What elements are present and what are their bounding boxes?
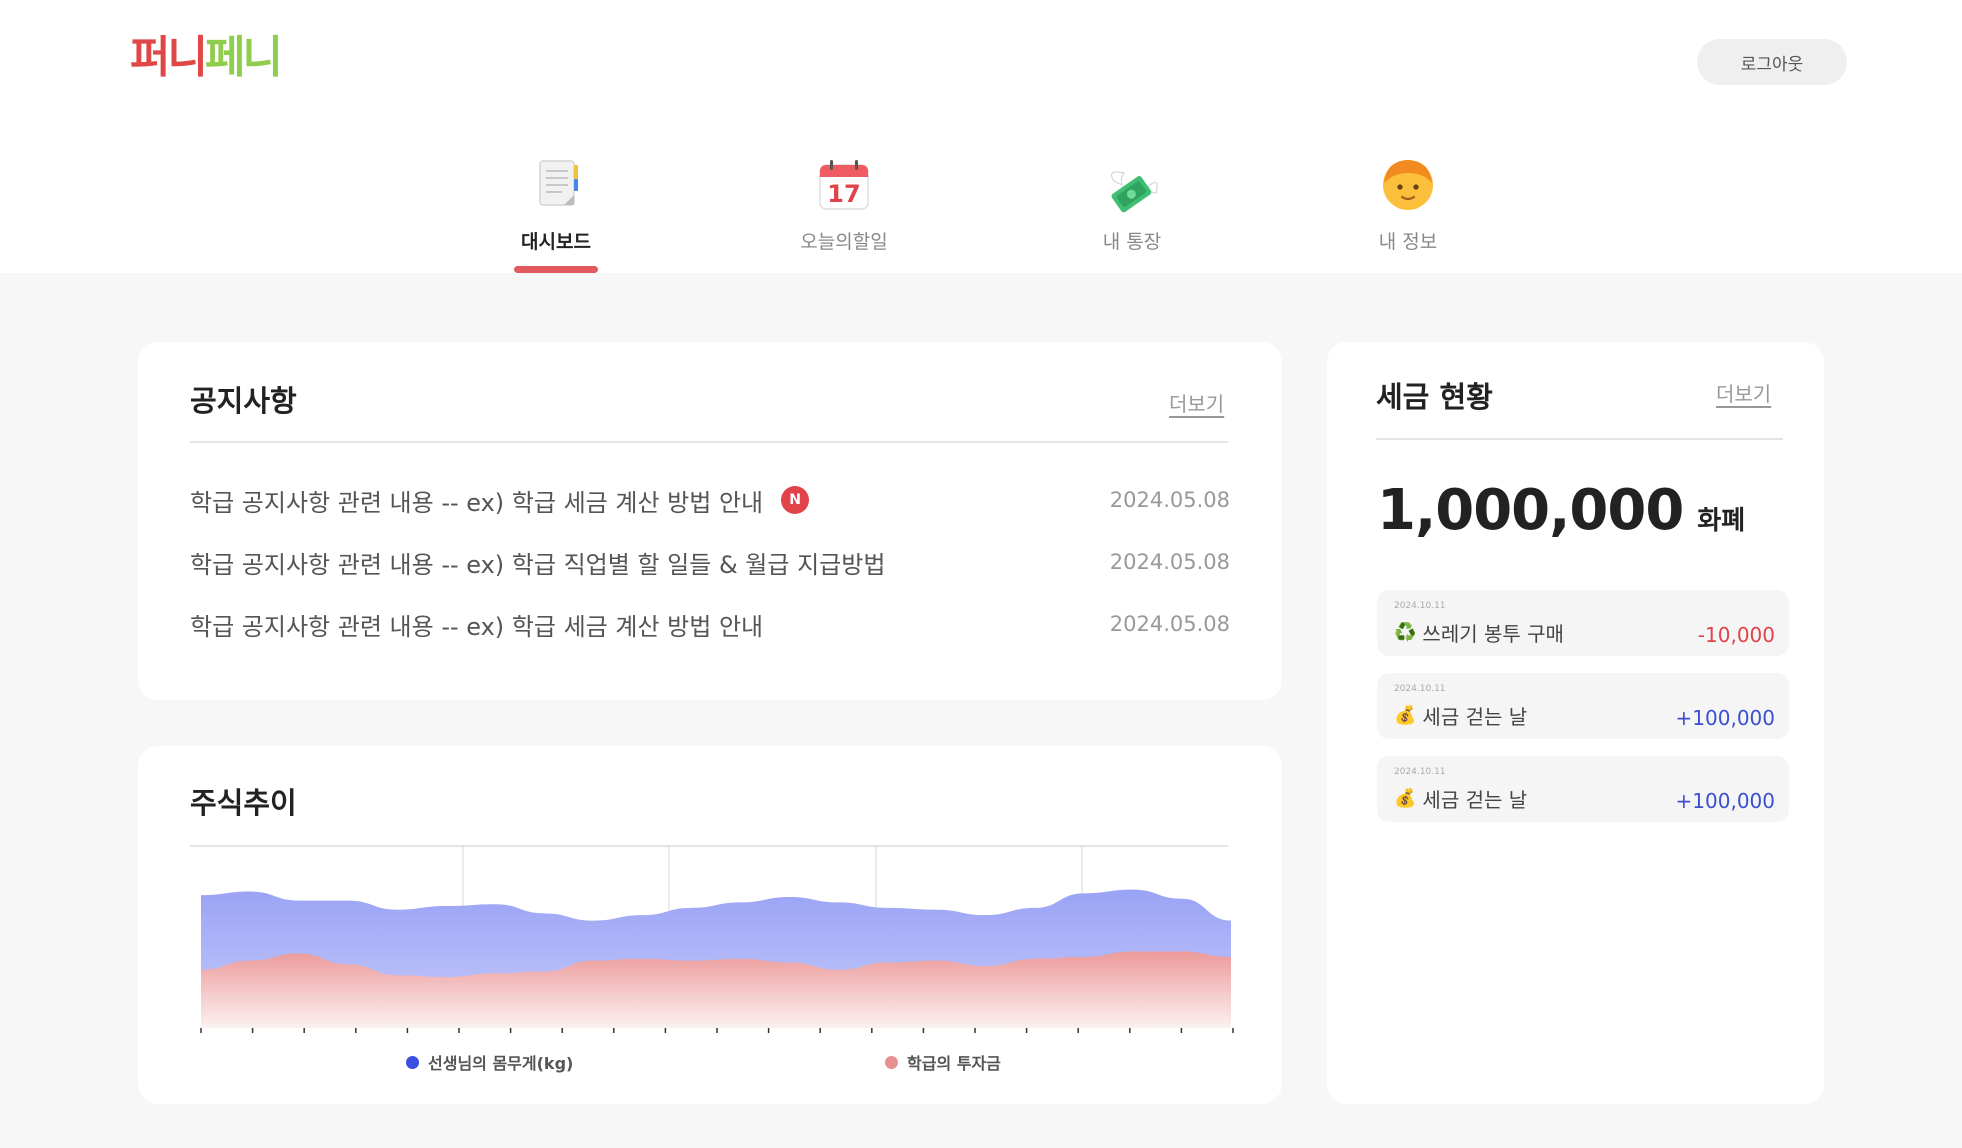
logout-button[interactable]: 로그아웃 [1697,39,1847,85]
notice-item-text: 학급 공지사항 관련 내용 -- ex) 학급 세금 계산 방법 안내 [190,612,764,641]
tab-my-account-label: 내 통장 [1102,231,1162,253]
tab-my-account[interactable]: 내 통장 [1052,155,1212,273]
stock-card: 주식추이 선생님의 몸무게(kg) 학급의 투자금 [138,746,1282,1104]
legend-item-red: 학급의 투자금 [885,1050,1001,1074]
legend-label-red: 학급의 투자금 [907,1054,1001,1073]
transaction-date: 2024.10.11 [1394,684,1446,694]
tab-today-tasks[interactable]: 17 오늘의할일 [764,155,924,273]
legend-item-blue: 선생님의 몸무게(kg) [406,1050,573,1074]
notepad-icon [539,160,578,206]
tax-transaction-item[interactable]: 2024.10.11 💰 세금 걷는 날 +100,000 [1377,756,1789,822]
tax-card: 세금 현황 더보기 1,000,000 화폐 2024.10.11 ♻️ 쓰레기… [1327,342,1824,1104]
tax-transaction-item[interactable]: 2024.10.11 ♻️ 쓰레기 봉투 구매 -10,000 [1377,590,1789,656]
child-face-icon [1383,160,1433,210]
tax-divider [1376,438,1783,440]
tax-total-unit: 화폐 [1697,506,1746,536]
notice-divider [190,441,1228,443]
tab-today-tasks-label: 오늘의할일 [800,231,888,253]
legend-dot-blue [406,1055,419,1069]
transaction-date: 2024.10.11 [1394,601,1446,611]
notice-more-link[interactable]: 더보기 [1169,388,1224,417]
transaction-amount: +100,000 [1675,706,1775,730]
notice-item[interactable]: 학급 공지사항 관련 내용 -- ex) 학급 세금 계산 방법 안내 N 20… [190,480,1230,520]
logo-part-red: 퍼니 [130,32,208,83]
recycle-icon: ♻️ [1394,622,1417,643]
transaction-label: 💰 세금 걷는 날 [1394,784,1527,813]
notice-title: 공지사항 [190,384,297,418]
tax-total: 1,000,000 화폐 [1377,478,1745,543]
transaction-text: 세금 걷는 날 [1422,788,1528,812]
legend-label-blue: 선생님의 몸무게(kg) [428,1054,574,1073]
app-logo[interactable]: 퍼니페니 [130,30,283,86]
tax-title: 세금 현황 [1376,380,1493,414]
transaction-amount: +100,000 [1675,789,1775,813]
logo-part-green: 페니 [204,32,283,83]
transaction-label: 💰 세금 걷는 날 [1394,701,1527,730]
money-bag-icon: 💰 [1394,788,1417,809]
notice-item[interactable]: 학급 공지사항 관련 내용 -- ex) 학급 세금 계산 방법 안내 2024… [190,604,1230,644]
calendar-icon: 17 [819,160,869,210]
money-wings-icon [1111,171,1158,213]
tax-transaction-item[interactable]: 2024.10.11 💰 세금 걷는 날 +100,000 [1377,673,1789,739]
tab-my-info[interactable]: 내 정보 [1328,155,1488,273]
calendar-day: 17 [827,180,860,208]
legend-dot-red [885,1055,898,1069]
notice-item-text: 학급 공지사항 관련 내용 -- ex) 학급 직업별 할 일들 & 월급 지급… [190,550,886,579]
stock-chart [200,846,1234,1033]
notice-item-date: 2024.05.08 [1109,550,1230,574]
tab-dashboard-label: 대시보드 [521,231,591,253]
transaction-date: 2024.10.11 [1394,767,1446,777]
tab-dashboard[interactable]: 대시보드 [476,155,636,273]
notice-item-date: 2024.05.08 [1109,612,1230,636]
transaction-text: 쓰레기 봉투 구매 [1422,622,1564,646]
notice-item-date: 2024.05.08 [1109,488,1230,512]
active-tab-indicator [514,266,598,273]
notice-item-text: 학급 공지사항 관련 내용 -- ex) 학급 세금 계산 방법 안내 [190,488,764,517]
new-badge: N [781,486,810,514]
notice-item[interactable]: 학급 공지사항 관련 내용 -- ex) 학급 직업별 할 일들 & 월급 지급… [190,542,1230,582]
tax-more-link[interactable]: 더보기 [1716,378,1771,407]
tab-my-info-label: 내 정보 [1378,231,1438,253]
money-bag-icon: 💰 [1394,705,1417,726]
tax-total-amount: 1,000,000 [1377,478,1684,543]
top-header: 퍼니페니 로그아웃 대시보드 17 오늘의할일 내 통장 내 정보 [0,0,1962,273]
transaction-label: ♻️ 쓰레기 봉투 구매 [1394,618,1564,647]
transaction-amount: -10,000 [1697,623,1775,647]
notice-card: 공지사항 더보기 학급 공지사항 관련 내용 -- ex) 학급 세금 계산 방… [138,342,1282,700]
transaction-text: 세금 걷는 날 [1422,705,1528,729]
